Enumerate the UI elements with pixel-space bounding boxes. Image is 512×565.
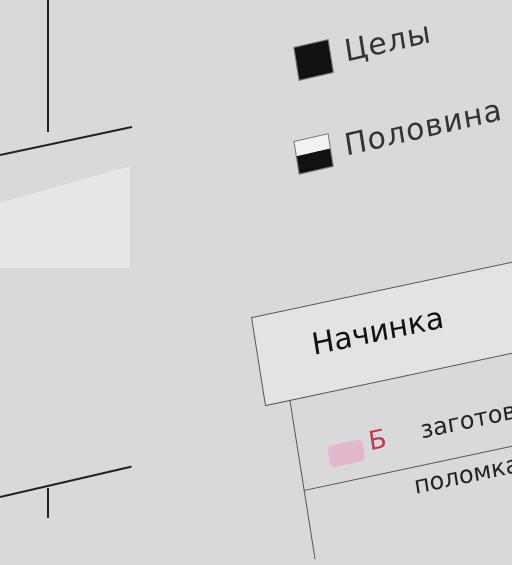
- table-header: Начинка: [250, 248, 512, 407]
- divider-vertical-bottom: [47, 488, 49, 518]
- header-title: Начинка: [309, 300, 447, 363]
- full-swatch-icon: [293, 38, 334, 81]
- filling-table: Начинка Б заготовк поломка: [240, 179, 512, 564]
- panel-block: [0, 166, 130, 268]
- legend-label: Целы: [341, 14, 434, 70]
- divider-diagonal-bottom: [0, 465, 132, 498]
- legend-item-half: Половина: [293, 93, 505, 175]
- legend-item-full: Целы: [293, 15, 434, 81]
- tag-icon: [327, 438, 366, 469]
- row-code: Б: [366, 423, 389, 458]
- divider-diagonal: [0, 125, 133, 156]
- divider-vertical: [47, 0, 49, 132]
- row-name: заготовк: [418, 393, 512, 445]
- legend-label: Половина: [341, 92, 505, 164]
- half-swatch-icon: [293, 132, 334, 175]
